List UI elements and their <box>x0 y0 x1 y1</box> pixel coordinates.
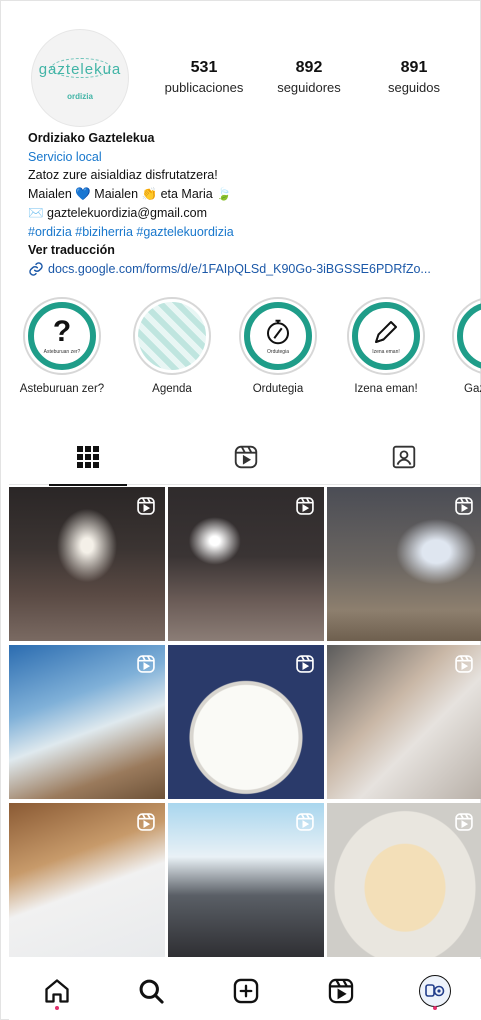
stat-posts[interactable]: 531 publicaciones <box>149 59 259 95</box>
translate-link[interactable]: Ver traducción <box>28 241 468 260</box>
post-thumbnail[interactable] <box>9 487 165 641</box>
profile-name: Ordiziako Gaztelekua <box>28 131 155 145</box>
highlight-cover <box>457 302 481 370</box>
stat-following-value: 891 <box>400 59 428 76</box>
highlight-asteburuan[interactable]: ? Asteburuan zer? Asteburuan zer? <box>12 297 112 395</box>
highlight-ring: ? Asteburuan zer? <box>23 297 101 375</box>
stat-posts-value: 531 <box>190 59 218 76</box>
question-icon: ? <box>52 315 72 348</box>
reel-icon <box>137 813 155 831</box>
stat-followers[interactable]: 892 seguidores <box>254 59 364 95</box>
tab-tagged[interactable] <box>325 429 481 485</box>
bio-email[interactable]: ✉️ gaztelekuordizia@gmail.com <box>28 204 468 223</box>
grid-icon <box>77 446 99 468</box>
reel-icon <box>455 813 473 831</box>
highlight-cover-text: Izena eman! <box>372 349 400 355</box>
stat-followers-label: seguidores <box>277 80 341 95</box>
home-notification-dot <box>55 1006 59 1010</box>
highlight-label: Asteburuan zer? <box>19 383 105 395</box>
highlight-ordutegia[interactable]: Ordutegia Ordutegia <box>228 297 328 395</box>
stat-followers-value: 892 <box>295 59 323 76</box>
bottom-navigation <box>9 959 481 1020</box>
nav-reels[interactable] <box>323 973 359 1009</box>
add-post-icon <box>233 978 259 1004</box>
profile-logo-icon <box>425 984 445 997</box>
highlight-ring: Izena eman! <box>347 297 425 375</box>
post-thumbnail[interactable] <box>9 803 165 957</box>
profile-notification-dot <box>433 1006 437 1010</box>
reel-icon <box>137 497 155 515</box>
nav-create[interactable] <box>228 973 264 1009</box>
compass-icon <box>267 319 289 345</box>
profile-tabs <box>9 429 481 486</box>
post-thumbnail[interactable] <box>168 803 324 957</box>
profile-external-link[interactable]: docs.google.com/forms/d/e/1FAIpQLSd_K90G… <box>28 260 468 279</box>
pencil-icon <box>375 321 397 343</box>
highlight-cover-text: Ordutegia <box>267 349 289 355</box>
reel-icon <box>296 813 314 831</box>
reel-icon <box>296 497 314 515</box>
post-thumbnail[interactable] <box>9 645 165 799</box>
bio-line-2: Maialen 💙 Maialen 👏 eta Maria 🍃 <box>28 187 232 202</box>
link-icon <box>29 262 43 276</box>
tagged-icon <box>392 445 416 469</box>
agenda-cover-image <box>138 302 206 370</box>
highlight-cover: Izena eman! <box>352 302 420 370</box>
tab-reels[interactable] <box>167 429 325 485</box>
stat-following[interactable]: 891 seguidos <box>359 59 469 95</box>
post-thumbnail[interactable] <box>327 487 481 641</box>
post-thumbnail[interactable] <box>327 645 481 799</box>
post-thumbnail[interactable] <box>168 487 324 641</box>
post-thumbnail[interactable] <box>327 803 481 957</box>
highlight-izena-eman[interactable]: Izena eman! Izena eman! <box>336 297 436 395</box>
highlight-label: Izena eman! <box>354 383 418 395</box>
profile-avatar[interactable]: gaztelekua ordizia <box>31 29 129 127</box>
bio-hashtags[interactable]: #ordizia #biziherria #gaztelekuordizia <box>28 223 468 242</box>
profile-link-text: docs.google.com/forms/d/e/1FAIpQLSd_K90G… <box>48 261 431 276</box>
nav-search[interactable] <box>133 973 169 1009</box>
highlight-ring: Ordutegia <box>239 297 317 375</box>
highlight-label: Gaz <box>464 383 481 395</box>
avatar-logo-sub: ordizia <box>67 92 93 101</box>
reel-icon <box>455 655 473 673</box>
highlight-label: Agenda <box>152 383 192 395</box>
home-icon <box>45 979 69 1003</box>
highlight-ring <box>133 297 211 375</box>
highlight-cover: Ordutegia <box>244 302 312 370</box>
tab-grid[interactable] <box>9 429 167 486</box>
profile-category[interactable]: Servicio local <box>28 148 468 167</box>
reels-icon <box>328 978 354 1004</box>
reels-icon <box>234 445 258 469</box>
posts-grid <box>9 487 481 957</box>
reel-icon <box>455 497 473 515</box>
stat-posts-label: publicaciones <box>164 80 244 95</box>
search-icon <box>139 979 164 1004</box>
highlight-gaz[interactable]: Gaz <box>444 297 481 395</box>
bio-line-1: Zatoz zure aisialdiaz disfrutatzera! <box>28 168 218 183</box>
highlight-ring <box>452 297 481 375</box>
highlight-agenda[interactable]: Agenda <box>122 297 222 395</box>
nav-home[interactable] <box>39 973 75 1009</box>
instagram-profile-page: gaztelekua ordizia 531 publicaciones 892… <box>0 0 481 1020</box>
reel-icon <box>296 655 314 673</box>
reel-icon <box>137 655 155 673</box>
highlight-label: Ordutegia <box>252 383 304 395</box>
post-thumbnail[interactable] <box>168 645 324 799</box>
avatar-logo-text: gaztelekua <box>38 61 122 78</box>
profile-avatar-small <box>419 975 451 1007</box>
nav-profile[interactable] <box>417 973 453 1009</box>
highlight-cover-text: Asteburuan zer? <box>43 349 81 355</box>
profile-bio: Ordiziako Gaztelekua Servicio local Zato… <box>28 129 468 279</box>
highlight-cover: ? Asteburuan zer? <box>28 302 96 370</box>
stat-following-label: seguidos <box>387 80 441 95</box>
